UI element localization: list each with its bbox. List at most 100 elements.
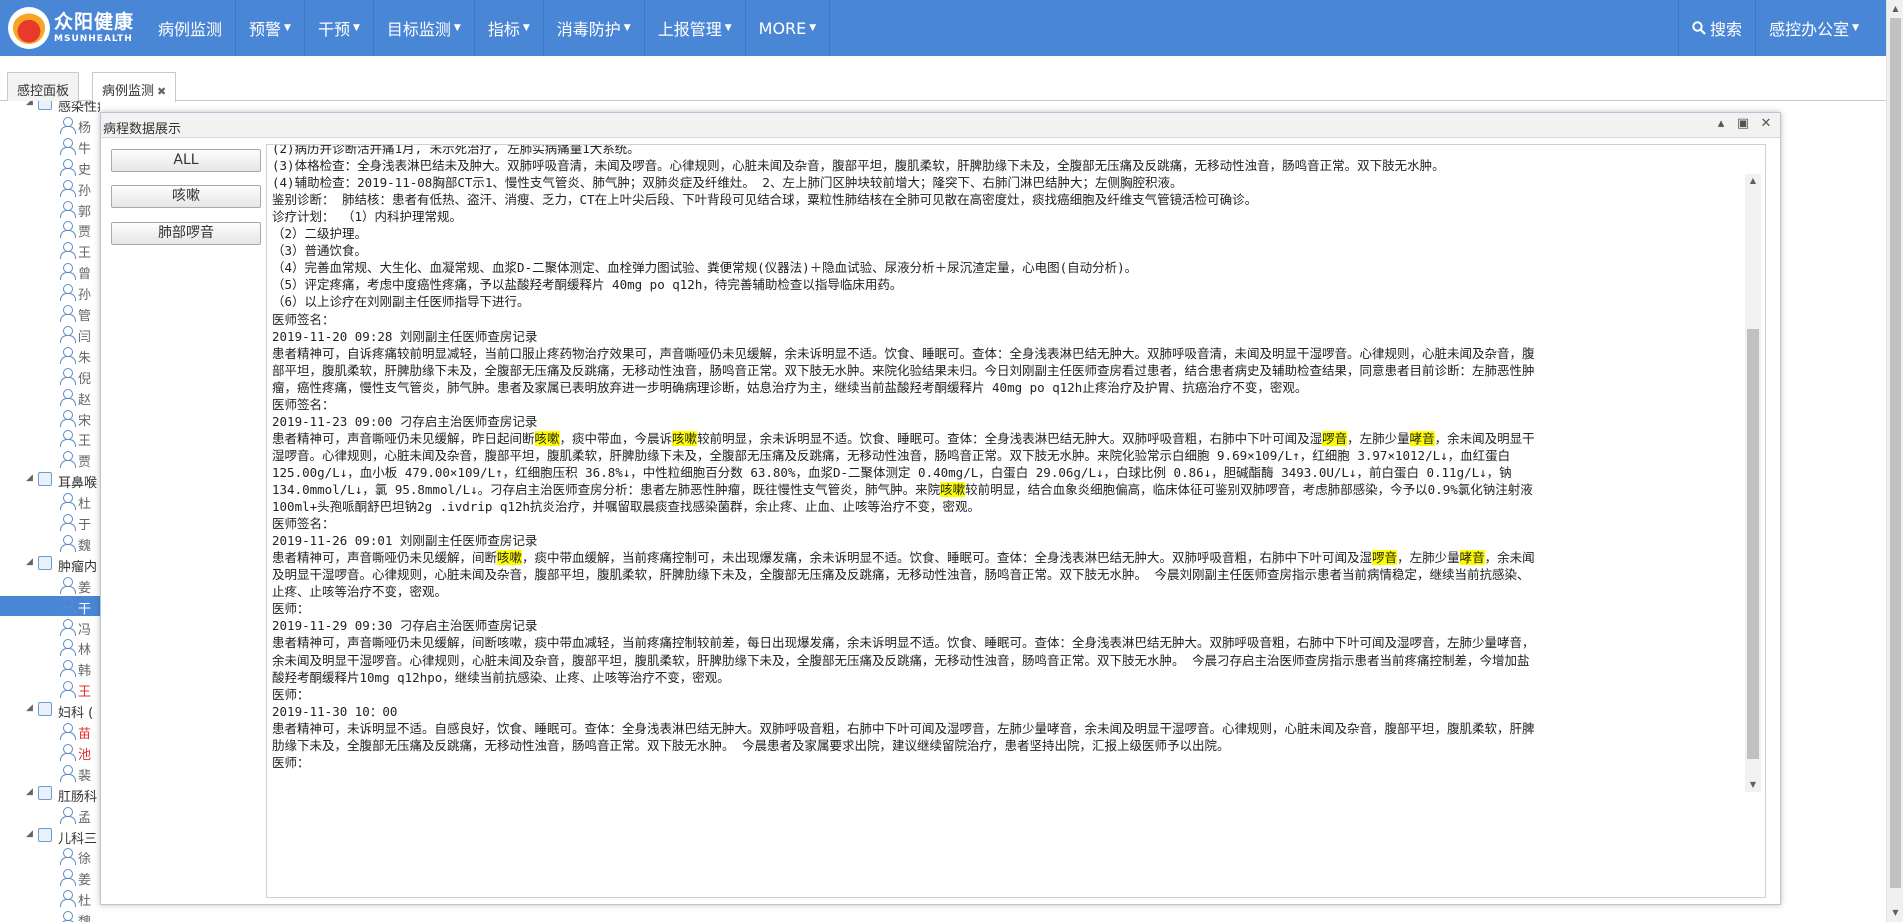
tree-patient[interactable]: 杜 (0, 888, 100, 909)
record-line: 湿啰音。心律规则，心脏未闻及杂音，腹部平坦，腹肌柔软，肝脾肋缘下未及，全腹部无压… (272, 447, 1747, 464)
nav-item-2[interactable]: 干预 ▼ (305, 0, 374, 56)
nav-item-4[interactable]: 指标 ▼ (475, 0, 544, 56)
dialog-titlebar[interactable]: 病程数据展示 ▴ ▣ ✕ (101, 113, 1780, 138)
record-text-segment: 2019-11-23 09:00 刁存启主治医师查房记录 (272, 413, 538, 429)
tree-patient[interactable]: 曾 (0, 261, 100, 283)
tree-patient[interactable]: 姜 (0, 575, 100, 596)
nav-item-7[interactable]: MORE ▼ (746, 0, 831, 56)
person-icon (60, 409, 76, 427)
user-menu[interactable]: 感控办公室 ▼ (1755, 0, 1903, 56)
scroll-down-icon[interactable]: ▼ (1887, 905, 1903, 921)
record-scrollbar[interactable]: ▲ ▼ (1745, 174, 1761, 792)
page-scrollbar[interactable]: ▲ ▼ (1886, 0, 1903, 922)
tree-department[interactable]: ◢ 耳鼻喉 (0, 470, 100, 491)
maximize-icon[interactable]: ▣ (1734, 116, 1752, 131)
record-line: 2019-11-26 09:01 刘刚副主任医师查房记录 (272, 532, 1747, 549)
person-icon (60, 681, 76, 699)
search-icon (1692, 21, 1706, 35)
collapse-arrow-icon[interactable]: ◢ (26, 101, 33, 107)
record-line: 诊疗计划： （1）内科护理常规。 (272, 208, 1747, 225)
tree-patient[interactable]: 贾 (0, 449, 100, 470)
collapse-arrow-icon[interactable]: ◢ (26, 703, 33, 713)
filter-lung-rales-button[interactable]: 肺部啰音 (111, 222, 261, 245)
tree-patient[interactable]: 史 (0, 157, 100, 178)
tree-patient[interactable]: 苗 (0, 721, 100, 742)
patient-label: 姜 (78, 580, 92, 596)
record-text-segment: ，余未闻 (1484, 550, 1535, 566)
tree-patient[interactable]: 贾 (0, 219, 100, 240)
tree-patient[interactable]: 宋 (0, 408, 100, 429)
tree-patient[interactable]: 孟 (0, 805, 100, 826)
tree-patient[interactable]: 冯 (0, 617, 100, 638)
record-text-segment: 医师签名： (272, 311, 335, 327)
record-text-segment: (4)辅助检查：2019-11-08胸部CT示1、慢性支气管炎、肺气肿；双肺炎症… (272, 175, 1183, 191)
tab-dashboard[interactable]: 感控面板 (7, 72, 80, 101)
tree-department[interactable]: ◢ 肿瘤内 (0, 554, 100, 575)
tree-patient[interactable]: 杜 (0, 491, 100, 513)
collapse-arrow-icon[interactable]: ◢ (26, 557, 33, 567)
scroll-down-icon[interactable]: ▼ (1745, 778, 1761, 792)
minimize-icon[interactable]: ▴ (1712, 116, 1730, 131)
tree-patient[interactable]: 赵 (0, 387, 100, 408)
tree-patient[interactable]: 于 (0, 512, 100, 533)
patient-label: 杜 (78, 497, 92, 513)
collapse-arrow-icon[interactable]: ◢ (26, 473, 33, 483)
tree-patient[interactable]: 魏 (0, 909, 100, 922)
tree-patient[interactable]: 郭 (0, 199, 100, 220)
tree-patient[interactable]: 王 (0, 428, 100, 449)
highlighted-keyword: 咳嗽 (940, 482, 966, 497)
close-icon[interactable]: ✖ (157, 85, 166, 98)
patient-label: 魏 (78, 538, 92, 554)
patient-label: 曾 (78, 267, 92, 283)
person-icon (60, 534, 76, 552)
tree-patient[interactable]: 王 (0, 679, 100, 700)
tree-patient[interactable]: 闫 (0, 324, 100, 345)
tree-patient[interactable]: 杨 (0, 115, 100, 136)
tree-patient[interactable]: 姜 (0, 867, 100, 888)
close-icon[interactable]: ✕ (1757, 116, 1775, 131)
tree-patient[interactable]: 朱 (0, 345, 100, 366)
nav-item-1[interactable]: 预警 ▼ (236, 0, 305, 56)
patient-tree: ◢感染性疾病科 (17)杨牛史孙郭贾王曾孙管闫朱倪赵宋王贾◢耳鼻喉杜于魏◢肿瘤内… (0, 101, 100, 922)
tree-department[interactable]: ◢ 儿科三 (0, 826, 100, 847)
tree-patient[interactable]: 孙 (0, 282, 100, 303)
collapse-arrow-icon[interactable]: ◢ (26, 787, 33, 797)
brand-logo[interactable]: 众阳健康 MSUNHEALTH (0, 0, 145, 56)
nav-item-3[interactable]: 目标监测 ▼ (374, 0, 475, 56)
tree-patient[interactable]: 王 (0, 240, 100, 261)
tree-patient[interactable]: 倪 (0, 366, 100, 387)
tree-patient[interactable]: 孙 (0, 178, 100, 199)
main-nav: 病例监测 预警 ▼ 干预 ▼ 目标监测 ▼ 指标 ▼ 消毒防护 ▼ 上报管理 ▼ MORE ▼ (145, 0, 831, 56)
caret-down-icon: ▼ (284, 23, 291, 33)
record-line: （4）完善血常规、大生化、血凝常规、血浆D-二聚体测定、血栓弹力图试验、粪便常规… (272, 259, 1747, 276)
collapse-arrow-icon[interactable]: ◢ (26, 829, 33, 839)
nav-item-0[interactable]: 病例监测 (145, 0, 237, 56)
tree-patient[interactable]: 魏 (0, 533, 100, 554)
nav-item-6[interactable]: 上报管理 ▼ (645, 0, 746, 56)
scrollbar-thumb[interactable] (1747, 329, 1759, 759)
tree-patient[interactable]: 裴 (0, 763, 100, 784)
search-button[interactable]: 搜索 (1678, 0, 1755, 56)
filter-cough-button[interactable]: 咳嗽 (111, 185, 261, 208)
tree-patient[interactable]: 牛 (0, 136, 100, 157)
tree-department[interactable]: ◢ 肛肠科 (0, 784, 100, 805)
record-text-segment: 瘤，癌性疼痛，慢性支气管炎，肺气肿。患者及家属已表明放弃进一步明确病理诊断，姑息… (272, 379, 1308, 395)
tree-patient[interactable]: 徐 (0, 846, 100, 867)
record-text-segment: 较前明显，余未诉明显不适。饮食、睡眠可。查体：全身浅表淋巴结无肿大。双肺呼吸音粗… (697, 430, 1323, 446)
tree-department[interactable]: ◢ 妇科 ( (0, 700, 100, 721)
logo-emblem-icon (8, 7, 50, 49)
scroll-up-icon[interactable]: ▲ (1745, 174, 1761, 188)
filter-all-button[interactable]: ALL (111, 149, 261, 172)
tree-patient[interactable]: 林 (0, 637, 100, 658)
tree-patient[interactable]: 韩 (0, 658, 100, 679)
nav-item-5[interactable]: 消毒防护 ▼ (544, 0, 645, 56)
tab-case-monitoring[interactable]: 病例监测 ✖ (92, 72, 177, 102)
caret-down-icon: ▼ (724, 23, 732, 33)
tree-patient[interactable]: 干 (0, 595, 100, 617)
scrollbar-thumb[interactable] (1890, 18, 1901, 888)
tree-department[interactable]: ◢ 感染性疾病科 (17) (0, 101, 100, 115)
tree-patient[interactable]: 管 (0, 303, 100, 324)
scroll-up-icon[interactable]: ▲ (1887, 1, 1903, 17)
tree-patient[interactable]: 池 (0, 742, 100, 763)
record-text-segment: (2)病历并诊断活并痛1月, 未示死治疗, 左肺实病痛量1大系统。 (272, 145, 640, 156)
